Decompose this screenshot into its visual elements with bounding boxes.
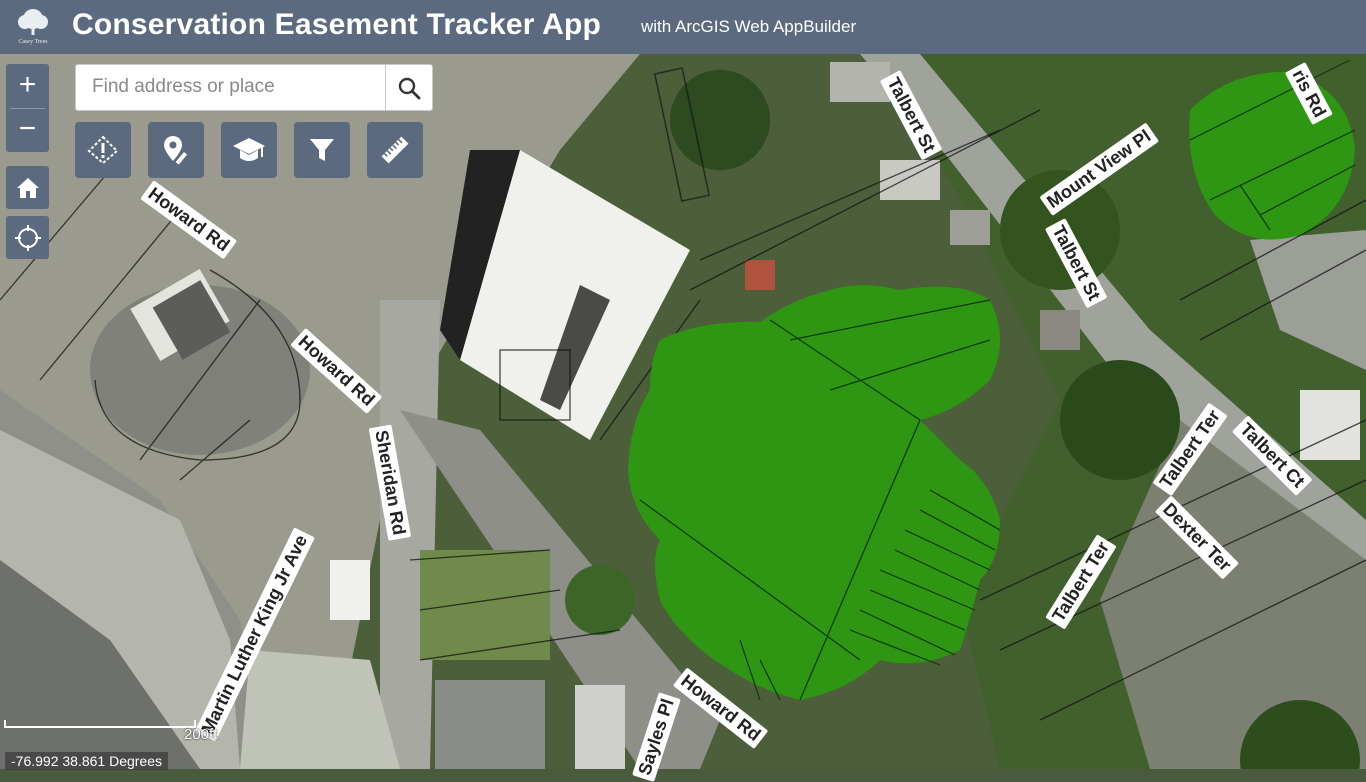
locate-icon <box>14 224 41 251</box>
scale-label: 200ft <box>184 726 218 743</box>
edit-location-icon <box>164 136 189 166</box>
scale-bar: 200ft <box>4 716 217 743</box>
map-view[interactable] <box>0 54 1366 769</box>
search-icon <box>398 77 421 99</box>
coordinate-readout: -76.992 38.861 Degrees <box>5 752 168 770</box>
search-widget <box>75 64 433 111</box>
education-button[interactable] <box>221 122 277 178</box>
education-icon <box>233 138 265 161</box>
filter-button[interactable] <box>294 122 350 178</box>
search-input[interactable] <box>76 65 392 108</box>
warning-icon <box>87 135 119 165</box>
report-issue-button[interactable] <box>75 122 131 178</box>
measure-button[interactable] <box>367 122 423 178</box>
home-icon <box>16 177 39 198</box>
home-button[interactable] <box>6 166 49 209</box>
app-title: Conservation Easement Tracker App <box>72 8 602 41</box>
app-subtitle: with ArcGIS Web AppBuilder <box>641 17 857 36</box>
scale-bar-line <box>4 720 196 728</box>
app-header: Casey Trees Conservation Easement Tracke… <box>0 0 1366 54</box>
zoom-out-button[interactable]: − <box>6 108 49 152</box>
my-location-button[interactable] <box>6 216 49 259</box>
aerial-basemap <box>0 54 1366 769</box>
edit-location-button[interactable] <box>148 122 204 178</box>
logo-text: Casey Trees <box>18 39 48 45</box>
measure-icon <box>381 136 409 164</box>
search-button[interactable] <box>385 65 432 110</box>
tree-logo-icon: Casey Trees <box>18 9 48 45</box>
zoom-control: + − <box>6 64 49 152</box>
filter-icon <box>310 139 334 161</box>
zoom-in-button[interactable]: + <box>6 64 49 108</box>
